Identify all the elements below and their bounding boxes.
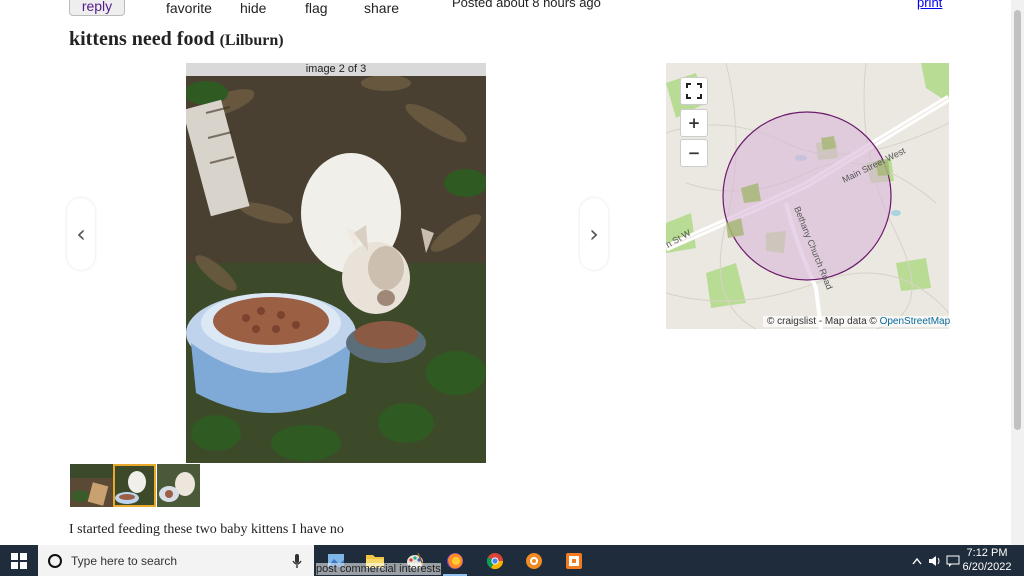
taskbar-app-chrome[interactable] [477, 545, 513, 576]
clock-time: 7:12 PM [966, 547, 1008, 559]
map-attribution: © craigslist - Map data © OpenStreetMap [763, 316, 955, 327]
image-counter: image 2 of 3 [186, 63, 486, 76]
flag-link[interactable]: flag [305, 0, 328, 16]
start-button[interactable] [0, 545, 38, 576]
thumbnail-image [157, 464, 200, 507]
map-fullscreen-button[interactable] [680, 77, 708, 105]
overlay-text: post commercial interests [316, 563, 441, 575]
tray-chevron-up-icon[interactable] [908, 545, 926, 576]
search-circle-icon [48, 553, 62, 568]
microphone-icon[interactable] [292, 553, 302, 569]
share-link[interactable]: share [364, 0, 399, 16]
post-title-text: kittens need food [69, 28, 215, 50]
speaker-icon [929, 555, 940, 566]
taskbar-clock[interactable]: 7:12 PM 6/20/2022 [962, 546, 1012, 574]
print-link[interactable]: print [917, 0, 942, 10]
orange-app-icon [526, 552, 542, 569]
taskbar-app-editor[interactable] [556, 545, 592, 576]
post-body: I started feeding these two baby kittens… [69, 522, 344, 537]
taskbar-app-firefox[interactable] [437, 545, 473, 576]
thumbnail-2[interactable] [113, 464, 156, 507]
post-location: (Lilburn) [219, 32, 284, 49]
search-placeholder: Type here to search [71, 553, 178, 568]
taskbar-search-box[interactable]: Type here to search [38, 545, 314, 576]
clock-date: 6/20/2022 [962, 561, 1012, 573]
tray-volume[interactable] [926, 545, 944, 576]
editor-icon [566, 552, 582, 569]
tray-notification[interactable] [944, 545, 962, 576]
chevron-up-icon [912, 557, 922, 564]
thumbnail-1[interactable] [70, 464, 113, 507]
map-zoom-out-button[interactable]: − [680, 139, 708, 167]
thumbnail-image [113, 464, 156, 507]
kitten-photo [186, 63, 486, 463]
post-title: kittens need food (Lilburn) [69, 28, 284, 51]
map-zoom-in-button[interactable]: + [680, 109, 708, 137]
scrollbar-thumb[interactable] [1014, 10, 1021, 430]
attribution-text: © craigslist - Map data © [767, 316, 880, 327]
firefox-icon [447, 552, 463, 569]
posted-time: Posted about 8 hours ago [452, 0, 601, 10]
next-image-arrow[interactable]: › [580, 198, 608, 270]
hide-link[interactable]: hide [240, 0, 266, 16]
expand-icon [686, 83, 702, 99]
favorite-link[interactable]: favorite [166, 0, 212, 16]
thumbnail-image [70, 464, 113, 507]
map-tiles: Main Street West Bethany Church Road n S… [666, 63, 949, 329]
windows-icon [11, 552, 27, 569]
thumbnail-3[interactable] [157, 464, 200, 507]
message-icon [946, 555, 960, 567]
gallery-main-image[interactable] [186, 63, 486, 463]
reply-button[interactable]: reply [69, 0, 125, 16]
prev-image-arrow[interactable]: ‹ [67, 198, 95, 270]
location-map[interactable]: Main Street West Bethany Church Road n S… [666, 63, 949, 329]
taskbar-app-orange[interactable] [516, 545, 552, 576]
openstreetmap-link[interactable]: OpenStreetMap [880, 316, 951, 327]
chrome-icon [486, 552, 504, 569]
